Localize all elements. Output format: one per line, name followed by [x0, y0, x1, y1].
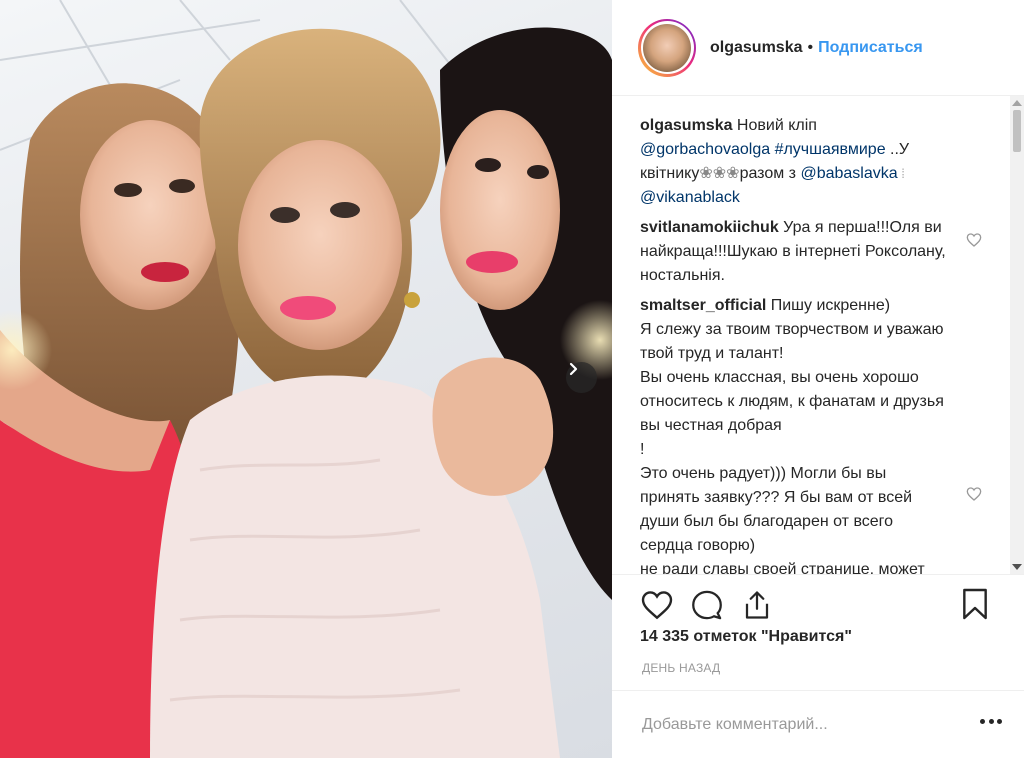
speech-bubble-icon: [692, 590, 722, 619]
avatar-image: [643, 23, 691, 72]
hashtag-link[interactable]: #лучшаявмире: [775, 141, 886, 158]
chevron-right-icon: [569, 362, 578, 376]
post-side-panel: olgasumska • Подписаться olgasumska Нови…: [612, 0, 1024, 758]
comment-button[interactable]: [690, 588, 724, 622]
heart-outline-icon[interactable]: [966, 486, 982, 502]
heart-outline-icon[interactable]: [966, 232, 982, 248]
bookmark-icon: [963, 588, 987, 620]
mention-link[interactable]: @gorbachovaolga: [640, 141, 770, 158]
follow-button[interactable]: Подписаться: [818, 39, 923, 57]
more-options-button[interactable]: [980, 719, 1002, 727]
comment-text: !: [640, 441, 645, 458]
comment-text: не ради славы своей странице, может вы т…: [640, 561, 925, 574]
like-button[interactable]: [640, 588, 674, 622]
flower-emoji: ❀❀❀: [699, 165, 740, 182]
scroll-up-arrow[interactable]: [1012, 100, 1022, 106]
heart-outline-icon: [641, 590, 673, 619]
avatar-border: [640, 21, 694, 74]
comment-input[interactable]: [642, 715, 962, 734]
more-dots-icon: [980, 719, 985, 724]
header-separator: •: [807, 38, 814, 56]
caption: olgasumska Новий кліп @gorbachovaolga #л…: [640, 114, 1010, 210]
comment-author[interactable]: svitlanamokiichuk: [640, 219, 779, 236]
add-comment-bar: [612, 690, 1024, 758]
comment-text: Я слежу за твоим творчеством и уважаю тв…: [640, 321, 944, 362]
mention-link[interactable]: @vikanablack: [640, 189, 740, 206]
share-button[interactable]: [740, 588, 774, 622]
caption-text: Новий кліп: [732, 117, 817, 134]
comment-item: svitlanamokiichuk Ура я перша!!!Оля ви н…: [640, 216, 1010, 288]
save-button[interactable]: [958, 587, 992, 621]
scroll-down-arrow[interactable]: [1012, 564, 1022, 570]
comment-item: smaltser_official Пишу искренне) Я слежу…: [640, 294, 1010, 574]
comment-text: Пишу искренне): [766, 297, 891, 314]
post-photo[interactable]: [0, 0, 612, 758]
caption-glyph: ⁞: [897, 166, 905, 181]
caption-text: разом з: [739, 165, 801, 182]
mention-link[interactable]: @babaslavka: [800, 165, 897, 182]
caption-author[interactable]: olgasumska: [640, 117, 732, 134]
next-photo-button[interactable]: [566, 362, 597, 393]
likes-count[interactable]: 14 335 отметок "Нравится": [640, 628, 852, 646]
post-username[interactable]: olgasumska: [710, 39, 802, 57]
more-dots-icon: [997, 719, 1002, 724]
post-actions: [612, 574, 1024, 634]
post-timestamp[interactable]: ДЕНЬ НАЗАД: [642, 661, 720, 675]
share-upload-icon: [745, 590, 769, 619]
comments-scrollbar[interactable]: [1010, 96, 1024, 574]
more-dots-icon: [988, 719, 994, 724]
comment-text: Вы очень классная, вы очень хорошо относ…: [640, 369, 944, 434]
photo-illustration: [0, 0, 612, 758]
comments-list[interactable]: olgasumska Новий кліп @gorbachovaolga #л…: [612, 96, 1010, 574]
scrollbar-thumb[interactable]: [1013, 110, 1021, 152]
comment-author[interactable]: smaltser_official: [640, 297, 766, 314]
comment-text: Это очень радует))) Могли бы вы принять …: [640, 465, 913, 554]
post-header: olgasumska • Подписаться: [612, 0, 1024, 96]
avatar[interactable]: [638, 18, 696, 77]
